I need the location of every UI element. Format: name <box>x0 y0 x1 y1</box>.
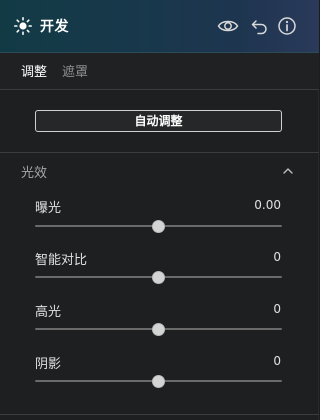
tabs-divider <box>0 89 319 90</box>
highlights-value[interactable]: 0 <box>273 302 281 316</box>
undo-icon[interactable] <box>250 16 270 36</box>
panel-title: 开发 <box>40 19 69 35</box>
develop-panel: 开发 调整 遮罩 自动调整 光效 曝光 0.00 智能对比 0 高光 0 阴影 … <box>0 0 319 420</box>
highlights-label: 高光 <box>35 305 62 320</box>
highlights-slider[interactable] <box>35 322 282 336</box>
exposure-label: 曝光 <box>35 201 62 216</box>
smart-contrast-value[interactable]: 0 <box>273 250 281 264</box>
exposure-slider[interactable] <box>35 219 282 233</box>
shadows-slider[interactable] <box>35 374 282 388</box>
section-divider <box>0 152 319 153</box>
section-title-light[interactable]: 光效 <box>21 162 47 181</box>
info-icon[interactable] <box>277 16 297 36</box>
shadows-label: 阴影 <box>35 357 62 372</box>
auto-adjust-button[interactable]: 自动调整 <box>35 110 282 132</box>
tab-mask[interactable]: 遮罩 <box>62 61 88 80</box>
shadows-value[interactable]: 0 <box>273 354 281 368</box>
smart-contrast-slider-thumb[interactable] <box>152 270 165 284</box>
smart-contrast-label: 智能对比 <box>35 253 88 268</box>
tab-bar: 调整 遮罩 <box>0 53 319 89</box>
highlights-slider-thumb[interactable] <box>152 322 165 336</box>
panel-header: 开发 <box>0 0 319 53</box>
eye-icon[interactable] <box>217 16 239 36</box>
shadows-slider-thumb[interactable] <box>152 374 165 388</box>
tab-adjust[interactable]: 调整 <box>21 61 47 80</box>
bottom-divider <box>0 414 319 415</box>
chevron-up-icon[interactable] <box>282 165 294 177</box>
exposure-slider-thumb[interactable] <box>152 219 165 233</box>
smart-contrast-slider[interactable] <box>35 270 282 284</box>
sun-icon <box>14 17 32 35</box>
exposure-value[interactable]: 0.00 <box>254 198 281 212</box>
